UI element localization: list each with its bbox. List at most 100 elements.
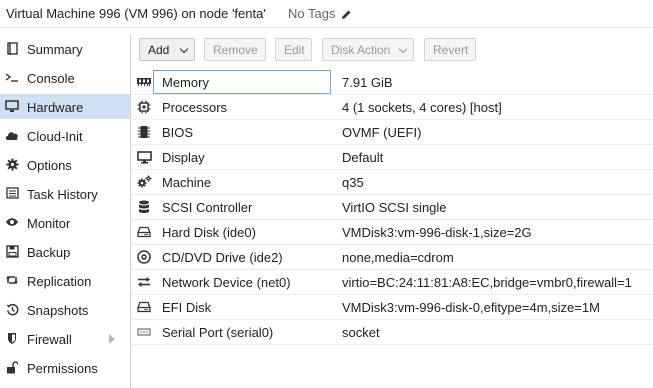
hardware-value: virtio=BC:24:11:81:A8:EC,bridge=vmbr0,fi… (342, 275, 632, 290)
sidebar-item-label: Snapshots (27, 303, 89, 318)
add-button-label: Add (148, 42, 170, 57)
hardware-key: EFI Disk (162, 300, 212, 315)
hardware-key: Memory (162, 75, 209, 90)
gear-icon (5, 157, 19, 171)
vm-title: Virtual Machine 996 (VM 996) on node 'fe… (6, 6, 266, 21)
remove-button-label: Remove (213, 42, 258, 57)
sidebar-item-console[interactable]: Console (0, 65, 130, 90)
hardware-row-machine[interactable]: Machine q35 (132, 170, 653, 195)
sidebar-item-monitor[interactable]: Monitor (0, 210, 130, 235)
chevron-down-icon (398, 44, 408, 54)
revert-button-label: Revert (433, 42, 469, 57)
sidebar-item-options[interactable]: Options (0, 152, 130, 177)
hardware-row-scsi-controller[interactable]: SCSI Controller VirtIO SCSI single (132, 195, 653, 220)
terminal-icon (5, 70, 19, 84)
sidebar-item-label: Monitor (27, 216, 71, 231)
hardware-row-processors[interactable]: Processors 4 (1 sockets, 4 cores) [host] (132, 95, 653, 120)
floppy-icon (5, 244, 19, 258)
hardware-key: Network Device (net0) (162, 275, 291, 290)
sidebar-item-label: Cloud-Init (27, 129, 83, 144)
sidebar-item-label: Hardware (27, 100, 84, 115)
sidebar-item-label: Replication (27, 274, 92, 289)
add-button[interactable]: Add (139, 38, 195, 61)
database-icon (136, 200, 152, 214)
hardware-value: Default (342, 150, 384, 165)
hardware-key: Serial Port (serial0) (162, 325, 274, 340)
hardware-row-bios[interactable]: BIOS OVMF (UEFI) (132, 120, 653, 145)
sidebar-item-snapshots[interactable]: Snapshots (0, 297, 130, 322)
pencil-icon[interactable] (341, 9, 352, 20)
cogs-icon (136, 175, 152, 189)
memory-icon (136, 75, 152, 89)
chevron-down-icon (179, 44, 189, 54)
hardware-key: Display (162, 150, 205, 165)
cloud-icon (5, 128, 19, 142)
hardware-value: VMDisk3:vm-996-disk-1,size=2G (342, 225, 532, 240)
edit-button-label: Edit (284, 42, 305, 57)
remove-button[interactable]: Remove (204, 38, 266, 61)
hdd-icon (136, 300, 152, 314)
hardware-value: VirtIO SCSI single (342, 200, 447, 215)
history-icon (5, 302, 19, 316)
hardware-row-hard-disk[interactable]: Hard Disk (ide0) VMDisk3:vm-996-disk-1,s… (132, 220, 653, 245)
tags-label: No Tags (288, 6, 336, 21)
sidebar-item-label: Summary (27, 42, 83, 57)
sidebar-nav: Summary Console Hardware Cloud-Init Opti… (0, 34, 131, 388)
hardware-key: BIOS (162, 125, 194, 140)
sidebar-item-label: Permissions (27, 361, 98, 376)
hardware-key: Processors (162, 100, 228, 115)
sidebar-item-task-history[interactable]: Task History (0, 181, 130, 206)
cdrom-icon (136, 250, 152, 264)
microchip-icon (136, 125, 152, 139)
sidebar-item-label: Task History (27, 187, 98, 202)
hardware-row-serial-port[interactable]: Serial Port (serial0) socket (132, 320, 653, 345)
sidebar-item-label: Console (27, 71, 75, 86)
sidebar-item-label: Firewall (27, 332, 72, 347)
disk-action-button-label: Disk Action (331, 42, 391, 57)
hardware-row-cd-dvd-drive[interactable]: CD/DVD Drive (ide2) none,media=cdrom (132, 245, 653, 270)
shield-icon (5, 331, 19, 345)
hardware-key: SCSI Controller (162, 200, 253, 215)
cpu-icon (136, 100, 152, 114)
hardware-value: socket (342, 325, 380, 340)
sidebar-item-label: Backup (27, 245, 71, 260)
sidebar-item-backup[interactable]: Backup (0, 239, 130, 264)
hardware-value: 7.91 GiB (342, 75, 393, 90)
disk-action-button[interactable]: Disk Action (322, 38, 414, 61)
sidebar-item-summary[interactable]: Summary (0, 36, 130, 61)
serial-icon (136, 325, 152, 339)
hardware-row-memory[interactable]: Memory 7.91 GiB (132, 70, 653, 95)
eye-icon (5, 215, 19, 229)
unlock-icon (5, 360, 19, 374)
book-icon (5, 41, 19, 55)
title-bar: Virtual Machine 996 (VM 996) on node 'fe… (0, 0, 653, 28)
exchange-icon (136, 275, 152, 289)
sidebar-item-permissions[interactable]: Permissions (0, 355, 130, 380)
hardware-key: Hard Disk (ide0) (162, 225, 256, 240)
sidebar-item-firewall[interactable]: Firewall (0, 326, 130, 351)
revert-button[interactable]: Revert (424, 38, 476, 61)
hardware-value: VMDisk3:vm-996-disk-0,efitype=4m,size=1M (342, 300, 600, 315)
hardware-row-display[interactable]: Display Default (132, 145, 653, 170)
edit-button[interactable]: Edit (275, 38, 312, 61)
retweet-icon (5, 273, 19, 287)
hardware-value: OVMF (UEFI) (342, 125, 422, 140)
hardware-value: none,media=cdrom (342, 250, 454, 265)
hardware-toolbar: Add Remove Edit Disk Action Revert (132, 34, 653, 66)
list-icon (5, 186, 19, 200)
hardware-value: q35 (342, 175, 364, 190)
sidebar-item-label: Options (27, 158, 72, 173)
hardware-row-network-device[interactable]: Network Device (net0) virtio=BC:24:11:81… (132, 270, 653, 295)
hdd-icon (136, 225, 152, 239)
hardware-value: 4 (1 sockets, 4 cores) [host] (342, 100, 502, 115)
monitor-icon (5, 99, 19, 113)
expand-arrow-icon[interactable] (109, 334, 115, 344)
desktop-icon (136, 150, 152, 164)
hardware-key: CD/DVD Drive (ide2) (162, 250, 283, 265)
hardware-key: Machine (162, 175, 212, 190)
tags-editor[interactable]: No Tags (288, 6, 352, 21)
hardware-row-efi-disk[interactable]: EFI Disk VMDisk3:vm-996-disk-0,efitype=4… (132, 295, 653, 320)
sidebar-item-cloud-init[interactable]: Cloud-Init (0, 123, 130, 148)
sidebar-item-replication[interactable]: Replication (0, 268, 130, 293)
sidebar-item-hardware[interactable]: Hardware (0, 94, 130, 119)
